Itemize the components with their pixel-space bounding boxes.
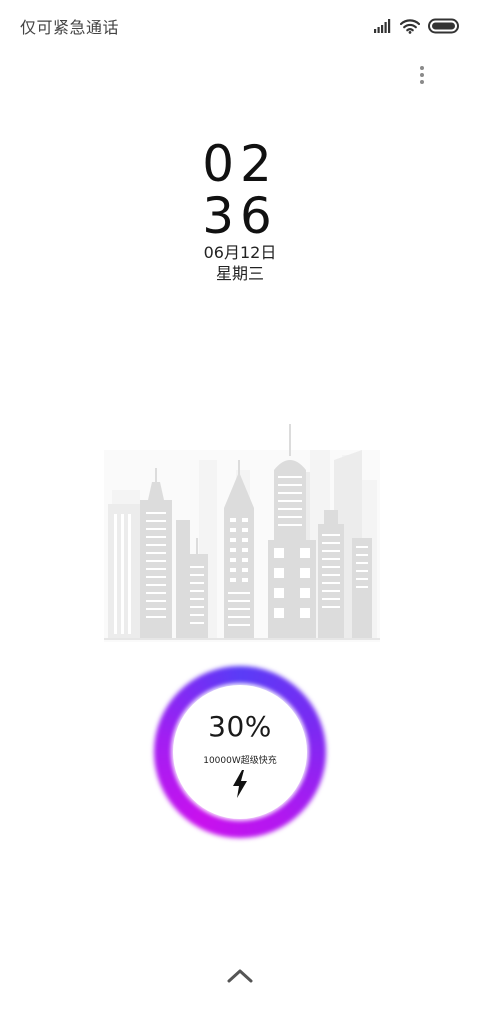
lightning-bolt-icon (233, 770, 247, 798)
battery-icon (428, 18, 459, 34)
city-skyline-illustration (104, 424, 380, 642)
clock-minute: 36 (202, 187, 278, 245)
weekday-text: 星期三 (215, 264, 264, 283)
wifi-icon (400, 18, 420, 34)
status-icons (374, 16, 460, 36)
signal-icon (374, 19, 391, 33)
battery-percent: 30% (208, 710, 272, 743)
clock-hour: 02 (202, 135, 278, 193)
lock-screen: 仅可紧急通话 02 36 06月12日 星期三 30% 10000W超级快充 (0, 0, 480, 1013)
date-text: 06月12日 (203, 243, 277, 262)
more-vertical-icon[interactable] (410, 62, 434, 90)
carrier-status-text: 仅可紧急通话 (20, 18, 120, 37)
chevron-up-icon[interactable] (226, 966, 254, 984)
charging-mode-label: 10000W超级快充 (203, 756, 277, 766)
charging-ring-center (173, 685, 307, 819)
charging-indicator: 30% 10000W超级快充 (148, 660, 332, 844)
